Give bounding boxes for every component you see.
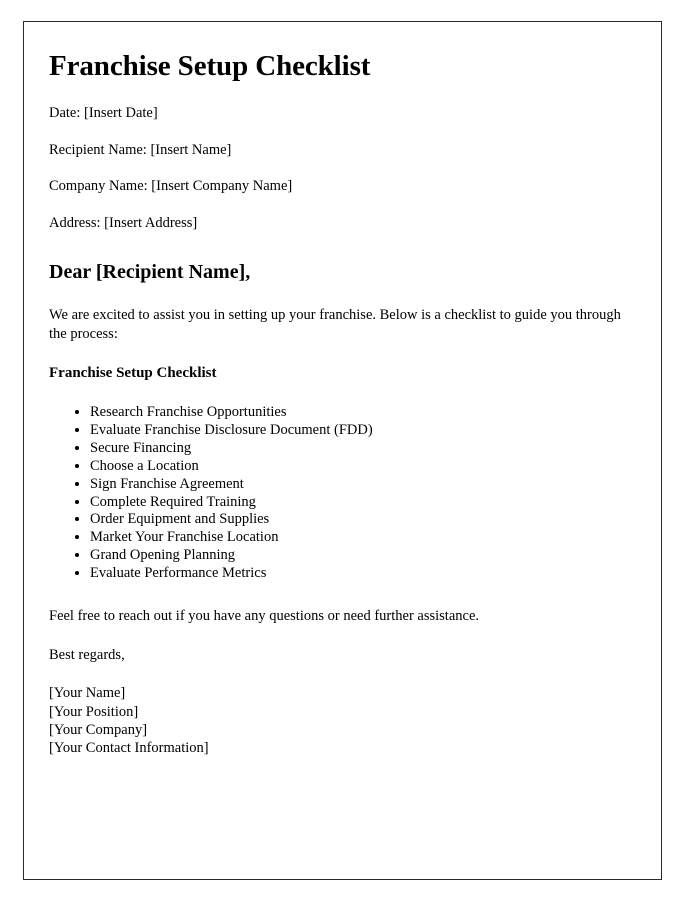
meta-field-date: Date: [Insert Date] <box>49 105 158 122</box>
signature-line-contact: [Your Contact Information] <box>49 739 209 756</box>
list-item: Market Your Franchise Location <box>90 529 635 547</box>
signature-block: [Your Name] [Your Position] [Your Compan… <box>49 684 635 757</box>
closing-paragraph: Feel free to reach out if you have any q… <box>49 607 480 624</box>
list-item: Grand Opening Planning <box>90 547 635 565</box>
signature-line-position: [Your Position] <box>49 703 139 720</box>
list-item: Complete Required Training <box>90 494 635 512</box>
salutation: Dear [Recipient Name], <box>49 260 251 283</box>
list-item: Secure Financing <box>90 440 635 458</box>
page-title: Franchise Setup Checklist <box>49 50 371 82</box>
checklist: Research Franchise Opportunities Evaluat… <box>49 404 635 582</box>
list-item: Research Franchise Opportunities <box>90 404 635 422</box>
document-page: Franchise Setup Checklist Date: [Insert … <box>23 21 662 880</box>
intro-paragraph: We are excited to assist you in setting … <box>49 306 621 343</box>
section-heading-checklist: Franchise Setup Checklist <box>49 365 217 382</box>
document-meta-fields: Date: [Insert Date] Recipient Name: [Ins… <box>49 105 635 232</box>
list-item: Sign Franchise Agreement <box>90 476 635 494</box>
meta-field-company-name: Company Name: [Insert Company Name] <box>49 178 293 195</box>
list-item: Evaluate Franchise Disclosure Document (… <box>90 422 635 440</box>
document-body: Franchise Setup Checklist Date: [Insert … <box>24 22 661 757</box>
list-item: Order Equipment and Supplies <box>90 511 635 529</box>
list-item: Evaluate Performance Metrics <box>90 565 635 583</box>
meta-field-recipient-name: Recipient Name: [Insert Name] <box>49 141 232 158</box>
list-item: Choose a Location <box>90 458 635 476</box>
signoff: Best regards, <box>49 646 125 663</box>
signature-line-company: [Your Company] <box>49 721 148 738</box>
meta-field-address: Address: [Insert Address] <box>49 214 198 231</box>
signature-line-name: [Your Name] <box>49 685 126 702</box>
